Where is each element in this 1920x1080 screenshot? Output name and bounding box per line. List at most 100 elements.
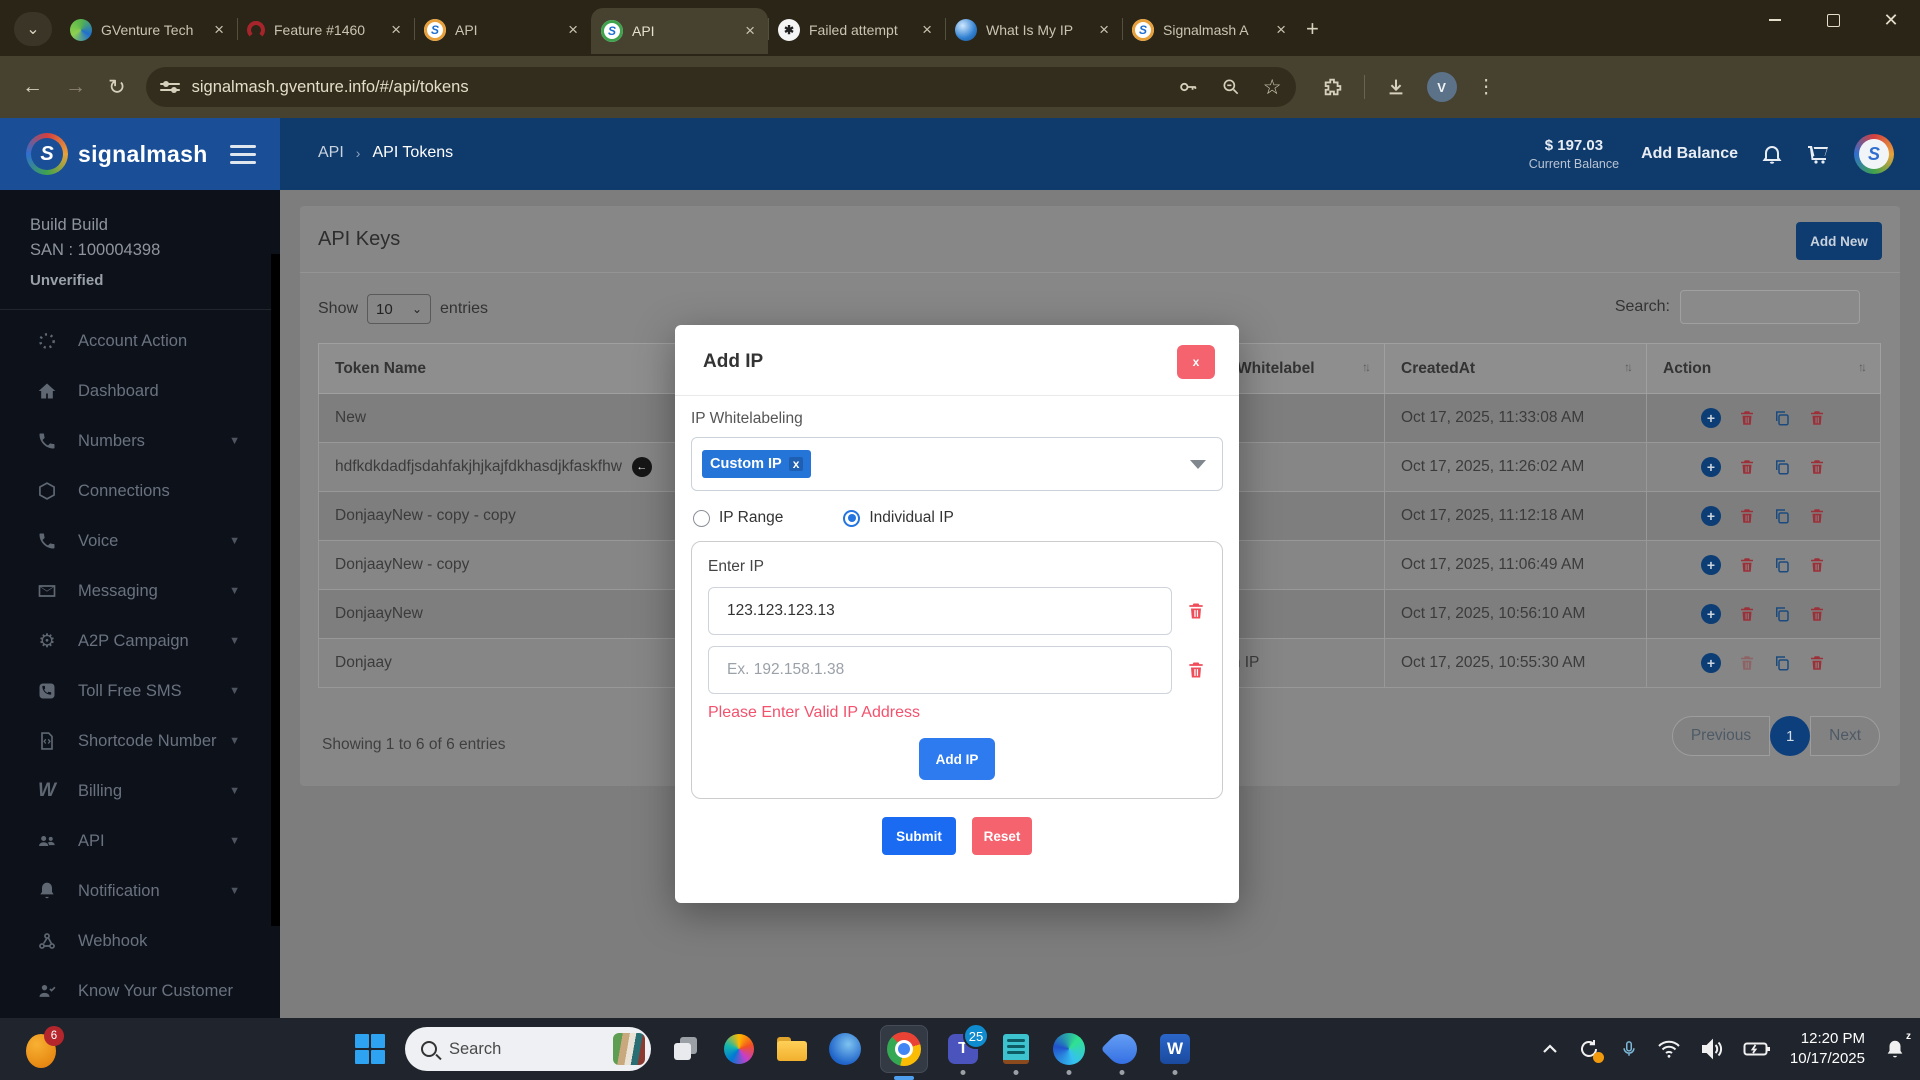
radio-unselected-icon[interactable] [693,510,710,527]
signalmash-logo-icon[interactable] [26,133,68,175]
add-ip-action-icon[interactable]: + [1701,408,1721,428]
previous-page-button[interactable]: Previous [1672,716,1770,756]
sidebar-item-a2p-campaign[interactable]: ⚙ A2P Campaign ▼ [0,616,280,666]
sidebar-item-shortcode-number[interactable]: Shortcode Number ▼ [0,716,280,766]
start-button[interactable] [352,1031,388,1067]
add-ip-action-icon[interactable]: + [1701,506,1721,526]
sidebar-item-api[interactable]: API ▼ [0,816,280,866]
column-header-action[interactable]: Action↑↓ [1647,344,1881,394]
thunderbird-button[interactable] [827,1031,863,1067]
page-size-select[interactable]: 10 ⌄ [367,294,431,324]
ip-input-1[interactable] [708,587,1172,635]
sidebar-item-messaging[interactable]: Messaging ▼ [0,566,280,616]
password-key-icon[interactable] [1177,76,1199,98]
task-view-button[interactable] [668,1031,704,1067]
microphone-icon[interactable] [1620,1037,1638,1061]
token-reveal-icon[interactable]: ← [632,457,652,477]
delete-icon[interactable] [1738,556,1756,574]
radio-ip-range[interactable]: IP Range [693,509,783,527]
url-text[interactable]: signalmash.gventure.info/#/api/tokens [192,78,1177,97]
search-input[interactable] [1680,290,1860,324]
tab-api-active[interactable]: API × [591,8,768,54]
window-close-button[interactable]: ✕ [1862,0,1920,40]
site-info-icon[interactable] [160,83,180,91]
browser-menu-kebab-icon[interactable]: ⋮ [1477,76,1496,99]
file-explorer-button[interactable] [774,1031,810,1067]
copy-icon[interactable] [1773,458,1791,476]
radio-individual-ip[interactable]: Individual IP [843,509,953,527]
sort-icon[interactable]: ↑↓ [1858,360,1864,374]
edge-button[interactable] [1051,1031,1087,1067]
radio-selected-icon[interactable] [843,510,860,527]
address-bar[interactable]: signalmash.gventure.info/#/api/tokens ☆ [146,67,1296,107]
zoom-out-icon[interactable] [1221,77,1241,97]
add-ip-button[interactable]: Add IP [919,738,995,780]
copy-icon[interactable] [1773,556,1791,574]
delete-icon[interactable] [1738,409,1756,427]
tab-close-icon[interactable]: × [211,20,227,40]
sidebar-item-toll-free-sms[interactable]: Toll Free SMS ▼ [0,666,280,716]
tab-close-icon[interactable]: × [919,20,935,40]
reset-button[interactable]: Reset [972,817,1032,855]
delete-icon[interactable] [1738,507,1756,525]
breadcrumb-root[interactable]: API [318,144,344,162]
delete-icon[interactable] [1808,507,1826,525]
taskbar-clock[interactable]: 12:20 PM 10/17/2025 [1790,1029,1865,1070]
copy-icon[interactable] [1773,654,1791,672]
chip-remove-icon[interactable]: x [789,457,804,471]
add-new-button[interactable]: Add New [1796,222,1882,260]
teams-button[interactable]: T 25 [945,1031,981,1067]
sort-icon[interactable]: ↑↓ [1362,360,1368,374]
account-avatar[interactable] [1854,134,1894,174]
sidebar-item-billing[interactable]: W Billing ▼ [0,766,280,816]
bookmark-star-icon[interactable]: ☆ [1263,75,1282,100]
sidebar-item-numbers[interactable]: Numbers ▼ [0,416,280,466]
notepad-button[interactable] [998,1031,1034,1067]
taskbar-search[interactable]: Search [405,1027,651,1071]
sidebar-scrollbar[interactable] [271,254,280,926]
delete-icon[interactable] [1738,458,1756,476]
tab-close-icon[interactable]: × [742,21,758,41]
tab-signalmash-ai[interactable]: Signalmash A × [1122,10,1299,50]
notifications-bell-icon[interactable] [1760,142,1784,166]
selected-option-chip[interactable]: Custom IP x [702,450,811,478]
add-ip-action-icon[interactable]: + [1701,457,1721,477]
copy-icon[interactable] [1773,507,1791,525]
delete-icon[interactable] [1738,605,1756,623]
sidebar-item-webhook[interactable]: Webhook [0,916,280,966]
add-ip-action-icon[interactable]: + [1701,555,1721,575]
sidebar-item-voice[interactable]: Voice ▼ [0,516,280,566]
tray-notification-app-icon[interactable]: 6 [26,1030,62,1068]
wifi-icon[interactable] [1657,1039,1681,1059]
reload-button[interactable]: ↻ [108,75,126,100]
tab-api-1[interactable]: API × [414,10,591,50]
copilot-button[interactable] [721,1031,757,1067]
delete-icon[interactable] [1808,556,1826,574]
hamburger-menu-icon[interactable] [230,145,256,164]
add-balance-button[interactable]: Add Balance [1641,145,1738,163]
tab-search-button[interactable]: ⌄ [14,12,52,46]
copy-icon[interactable] [1773,605,1791,623]
word-button[interactable]: W [1157,1031,1193,1067]
speaker-icon[interactable] [1700,1038,1724,1060]
notification-center-bell-icon[interactable]: z [1884,1038,1906,1060]
window-minimize-button[interactable] [1746,0,1804,40]
tab-close-icon[interactable]: × [1273,20,1289,40]
delete-icon[interactable] [1808,654,1826,672]
window-maximize-button[interactable] [1804,0,1862,40]
search-highlight-image[interactable] [613,1033,645,1065]
modal-close-button[interactable]: x [1177,345,1215,379]
cart-icon[interactable] [1806,142,1832,166]
sidebar-item-notification[interactable]: Notification ▼ [0,866,280,916]
extensions-icon[interactable] [1322,76,1344,98]
tab-close-icon[interactable]: × [1096,20,1112,40]
delete-icon[interactable] [1808,605,1826,623]
next-page-button[interactable]: Next [1810,716,1880,756]
dolphin-app-button[interactable] [1104,1031,1140,1067]
sort-icon[interactable]: ↑↓ [1624,360,1630,374]
add-ip-action-icon[interactable]: + [1701,653,1721,673]
sidebar-item-dashboard[interactable]: Dashboard [0,366,280,416]
back-button[interactable]: ← [22,75,43,99]
delete-icon[interactable] [1808,458,1826,476]
submit-button[interactable]: Submit [882,817,956,855]
